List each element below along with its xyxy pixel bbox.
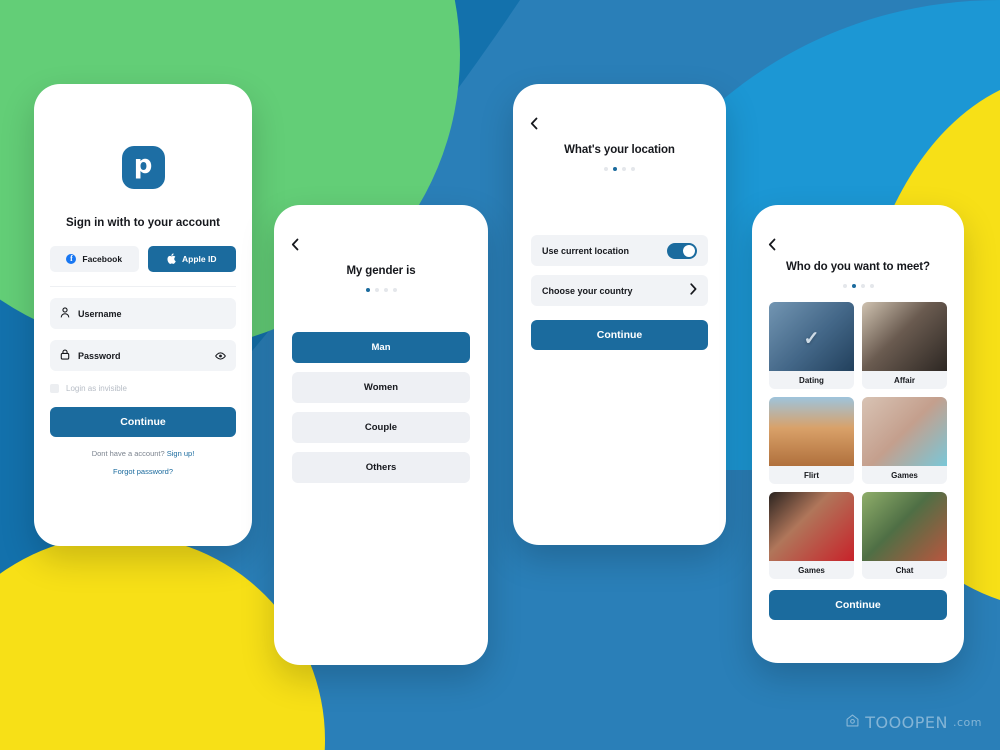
- apple-icon: [167, 252, 176, 266]
- facebook-label: Facebook: [82, 254, 123, 264]
- dot-2: [851, 284, 856, 288]
- eye-icon[interactable]: [215, 347, 226, 365]
- dot-4: [869, 284, 874, 288]
- tile-label: Games: [891, 470, 918, 480]
- page-title: Sign in with to your account: [66, 217, 220, 229]
- password-label: Password: [78, 350, 121, 361]
- login-invisible-row[interactable]: Login as invisible: [50, 384, 236, 393]
- page-title: Who do you want to meet?: [786, 261, 930, 273]
- choose-country-row[interactable]: Choose your country: [531, 275, 708, 306]
- dot-1: [365, 288, 370, 292]
- continue-button[interactable]: Continue: [769, 590, 947, 620]
- continue-button[interactable]: Continue: [50, 407, 236, 437]
- back-button[interactable]: [768, 238, 776, 254]
- phone-location: What's your location Use current locatio…: [513, 84, 726, 545]
- tile-thumbnail: ✓: [769, 302, 854, 371]
- apple-login-button[interactable]: Apple ID: [147, 246, 236, 272]
- dot-1: [842, 284, 847, 288]
- dot-2: [374, 288, 379, 292]
- user-icon: [60, 305, 70, 323]
- chevron-right-icon: [690, 283, 697, 298]
- chevron-left-icon: [291, 238, 299, 251]
- divider: [50, 286, 236, 287]
- social-login-row: f Facebook Apple ID: [50, 246, 236, 272]
- meet-tile-games-1[interactable]: Games: [862, 397, 947, 484]
- facebook-login-button[interactable]: f Facebook: [50, 246, 139, 272]
- tile-label: Affair: [894, 375, 915, 385]
- meet-tile-games-2[interactable]: Games: [769, 492, 854, 579]
- facebook-icon: f: [66, 254, 77, 264]
- phone-gender: My gender is Man Women Couple Others: [274, 205, 488, 665]
- pagination-dots: [769, 284, 947, 288]
- gender-option-couple[interactable]: Couple: [292, 412, 470, 443]
- use-current-location-label: Use current location: [542, 245, 630, 256]
- meet-tile-affair[interactable]: Affair: [862, 302, 947, 389]
- phone-sign-in: p Sign in with to your account f Faceboo…: [34, 84, 252, 546]
- check-icon: ✓: [803, 328, 820, 350]
- username-input[interactable]: Username: [50, 298, 236, 329]
- meet-tile-flirt[interactable]: Flirt: [769, 397, 854, 484]
- tile-label: Dating: [799, 375, 824, 385]
- gender-options: Man Women Couple Others: [292, 332, 470, 483]
- gender-option-others[interactable]: Others: [292, 452, 470, 483]
- tile-label: Chat: [895, 565, 914, 575]
- signup-text: Dont have a account?: [91, 449, 165, 458]
- app-logo: p: [50, 146, 236, 189]
- location-controls: Use current location Choose your country…: [531, 235, 708, 350]
- signup-prompt: Dont have a account? Sign up!: [50, 449, 236, 458]
- password-input[interactable]: Password: [50, 340, 236, 371]
- continue-button[interactable]: Continue: [531, 320, 708, 350]
- dot-3: [860, 284, 865, 288]
- forgot-password-link[interactable]: Forgot password?: [113, 467, 173, 476]
- pagination-dots: [531, 167, 708, 171]
- meet-tile-chat[interactable]: Chat: [862, 492, 947, 579]
- tile-thumbnail: [862, 492, 947, 561]
- dot-3: [622, 167, 626, 171]
- chevron-left-icon: [530, 117, 538, 130]
- meet-tile-grid: ✓ Dating Affair Flirt Games Games Chat: [769, 302, 947, 579]
- phone-meet: Who do you want to meet? ✓ Dating Affair…: [752, 205, 964, 663]
- dot-2: [613, 167, 617, 171]
- apple-label: Apple ID: [182, 254, 217, 264]
- dot-1: [604, 167, 608, 171]
- toggle-knob: [683, 244, 695, 257]
- tile-thumbnail: [769, 492, 854, 561]
- tile-label: Games: [798, 565, 825, 575]
- tile-label: Flirt: [803, 470, 820, 480]
- login-invisible-label: Login as invisible: [66, 384, 127, 393]
- username-label: Username: [78, 308, 122, 319]
- dot-4: [631, 167, 635, 171]
- dot-3: [383, 288, 388, 292]
- back-button[interactable]: [530, 117, 538, 133]
- meet-tile-dating[interactable]: ✓ Dating: [769, 302, 854, 389]
- gender-option-women[interactable]: Women: [292, 372, 470, 403]
- chevron-left-icon: [768, 238, 776, 251]
- back-button[interactable]: [291, 238, 299, 254]
- page-title: What's your location: [564, 144, 675, 156]
- pagination-dots: [292, 288, 470, 292]
- lock-icon: [60, 347, 70, 365]
- tile-thumbnail: [862, 397, 947, 466]
- logo-letter: p: [121, 146, 165, 189]
- gender-option-man[interactable]: Man: [292, 332, 470, 363]
- page-title: My gender is: [346, 265, 416, 277]
- use-current-location-row[interactable]: Use current location: [531, 235, 708, 266]
- signup-link[interactable]: Sign up!: [167, 449, 195, 458]
- use-current-location-toggle[interactable]: [667, 242, 697, 259]
- forgot-password-row: Forgot password?: [50, 467, 236, 476]
- choose-country-label: Choose your country: [542, 285, 633, 296]
- login-invisible-checkbox[interactable]: [50, 384, 59, 393]
- tile-thumbnail: [769, 397, 854, 466]
- tile-thumbnail: [862, 302, 947, 371]
- dot-4: [392, 288, 397, 292]
